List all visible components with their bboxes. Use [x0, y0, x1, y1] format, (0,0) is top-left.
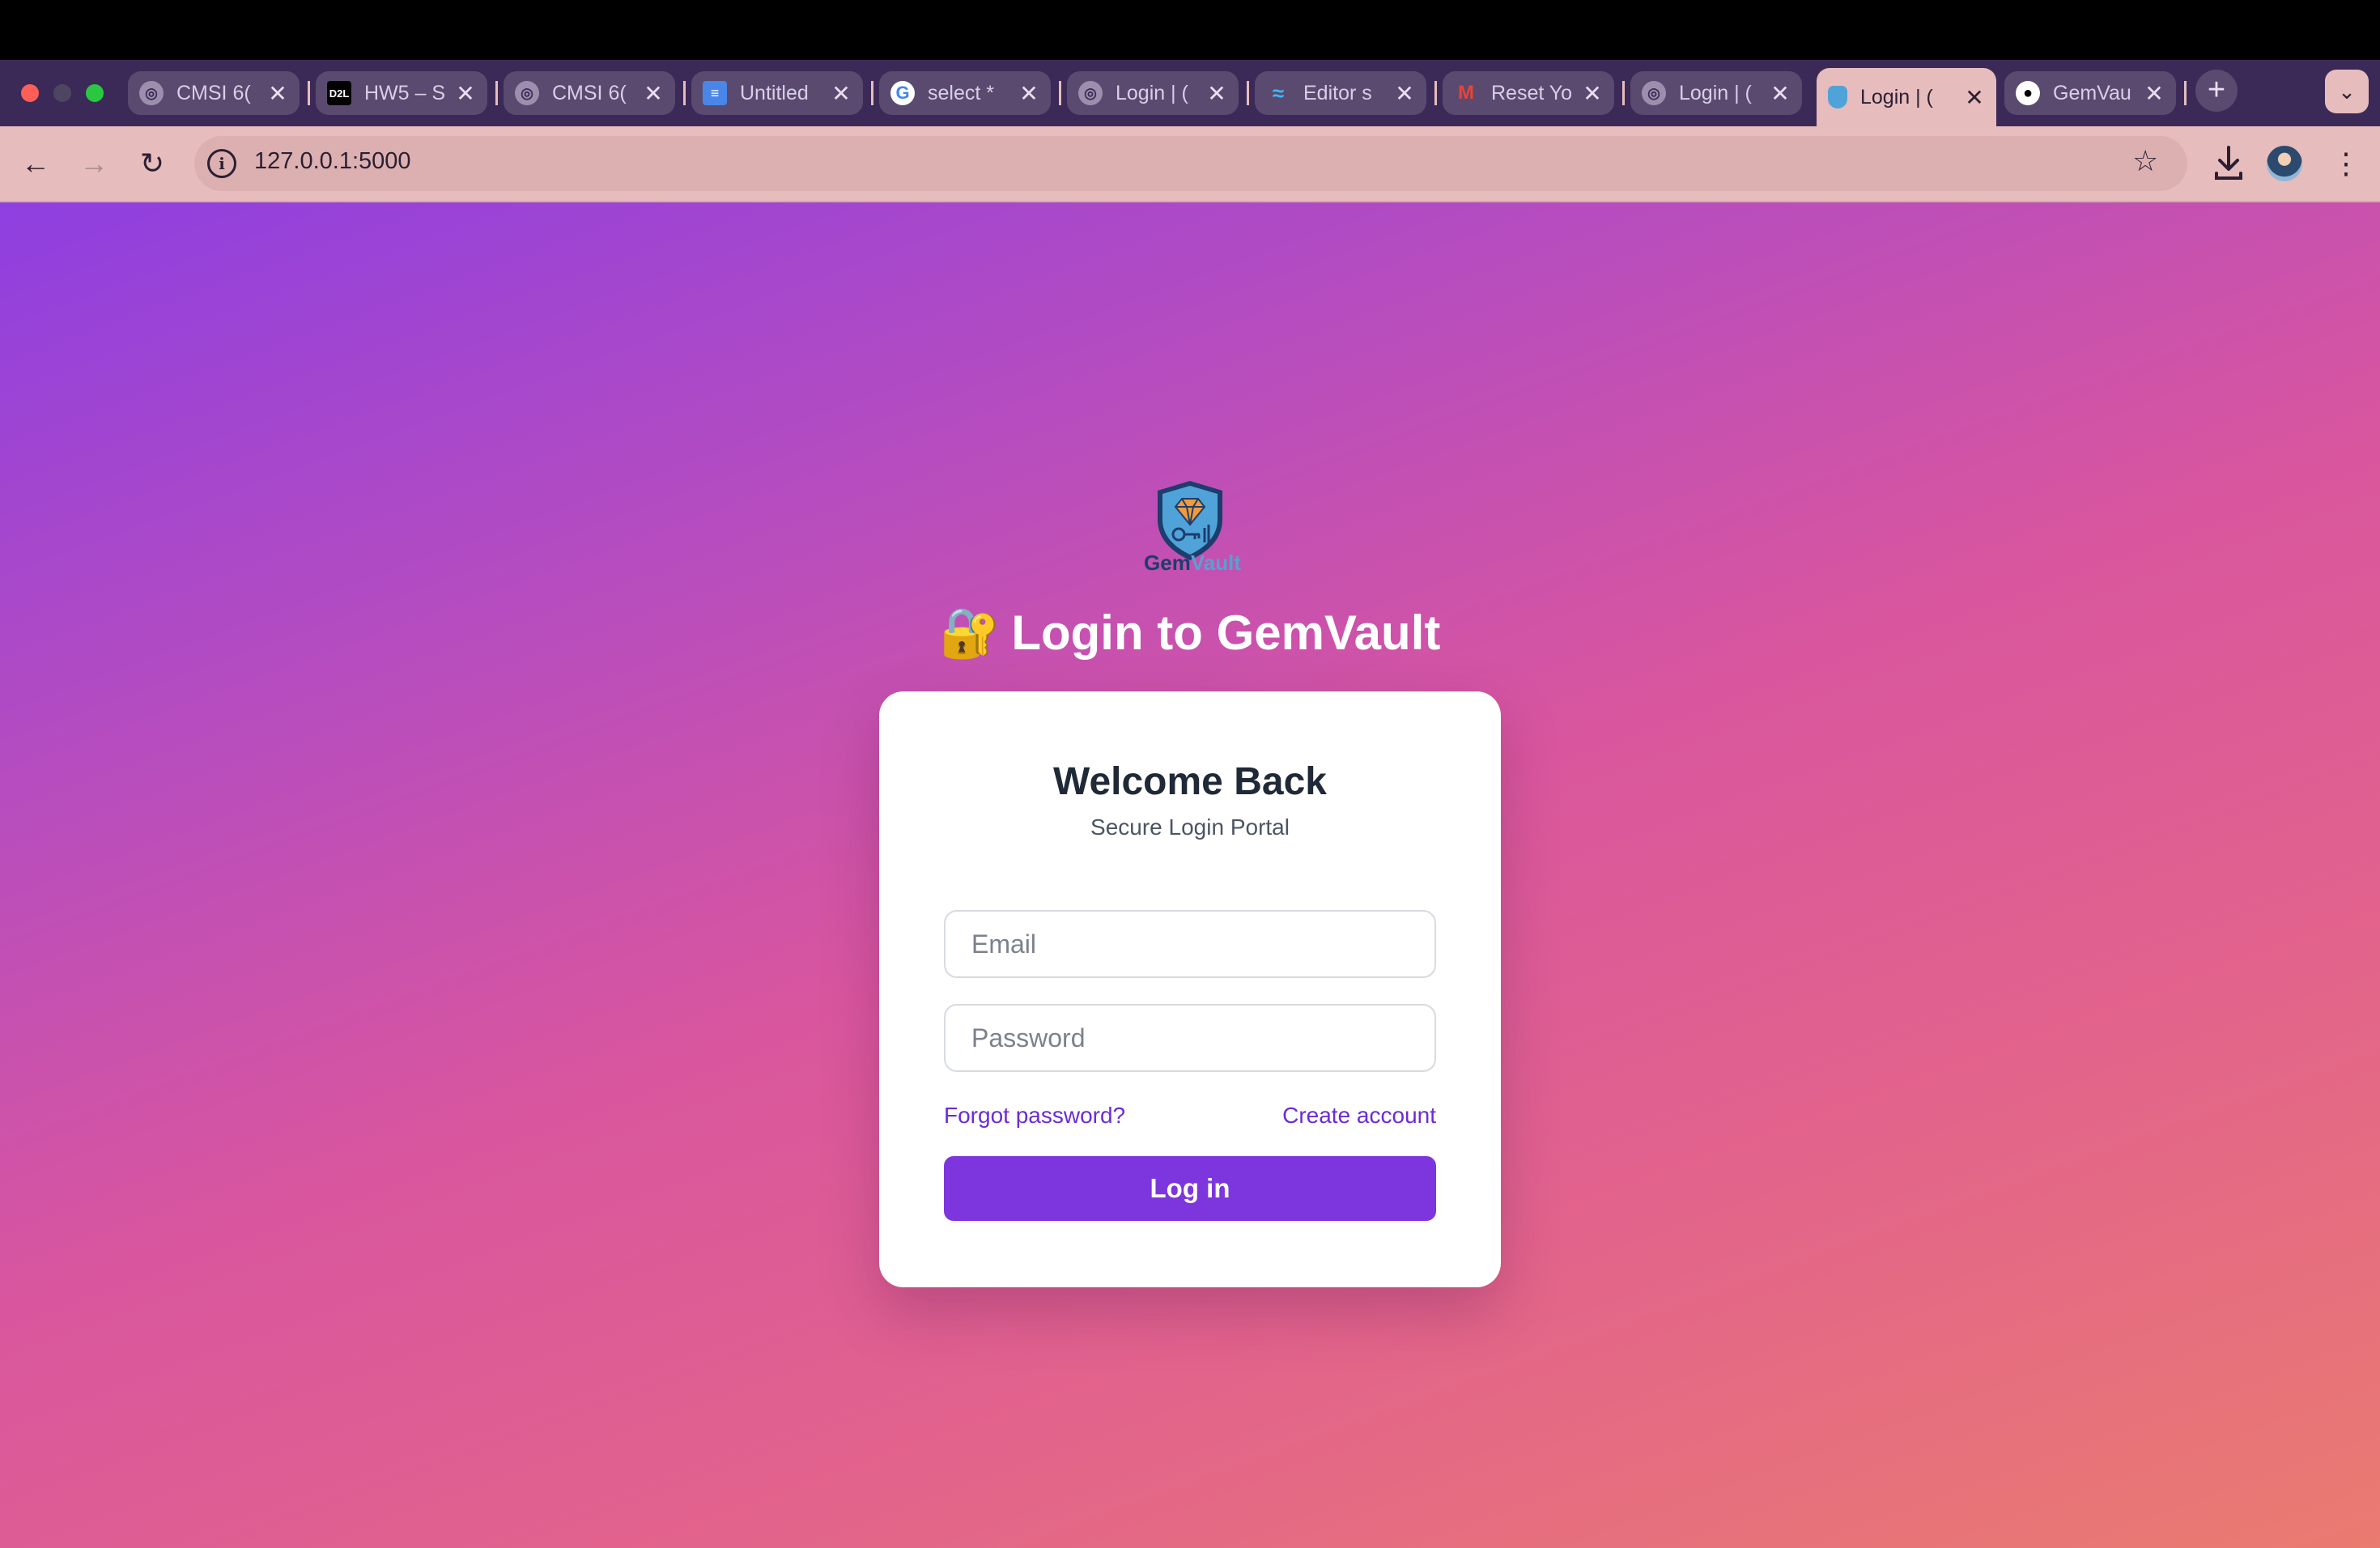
card-title: Welcome Back — [1053, 760, 1327, 803]
tab-label: Untitled — [740, 81, 809, 104]
tab-label: Login | ( — [1116, 81, 1188, 104]
browser-tab[interactable]: ◎ Login | ( ✕ — [1067, 71, 1239, 115]
tab-separator — [495, 81, 498, 105]
address-bar[interactable] — [194, 136, 2187, 191]
tab-label: Login | ( — [1679, 81, 1752, 104]
card-subtitle: Secure Login Portal — [1090, 814, 1290, 840]
tab-separator — [2184, 81, 2187, 105]
browser-tab[interactable]: ◎ Login | ( ✕ — [1630, 71, 1802, 115]
logo-gem-text: Gem — [1144, 551, 1191, 575]
github-icon: ● — [2016, 81, 2040, 105]
tab-separator — [1059, 81, 1061, 105]
create-account-link[interactable]: Create account — [1282, 1103, 1436, 1129]
minimize-window-button[interactable] — [53, 84, 71, 102]
lock-key-icon: 🔐 — [939, 605, 1001, 661]
d2l-icon: D2L — [327, 81, 351, 105]
forgot-password-link[interactable]: Forgot password? — [944, 1103, 1125, 1129]
forward-button[interactable]: → — [73, 142, 115, 185]
logo-wordmark: GemVault — [1140, 551, 1245, 576]
tab-search-button[interactable]: ⌄ — [2325, 70, 2369, 113]
close-icon[interactable]: ✕ — [1770, 80, 1791, 107]
bookmark-star-icon[interactable]: ☆ — [2132, 144, 2158, 178]
gmail-icon: M — [1458, 82, 1474, 104]
page-title-text: Login to GemVault — [1011, 606, 1441, 660]
login-button[interactable]: Log in — [944, 1156, 1436, 1221]
browser-menu-icon[interactable]: ⋮ — [2331, 142, 2361, 185]
google-icon: G — [890, 81, 915, 105]
tab-separator — [871, 81, 873, 105]
globe-icon: ◎ — [1078, 81, 1103, 105]
close-icon[interactable]: ✕ — [643, 80, 664, 107]
back-button[interactable]: ← — [15, 142, 57, 185]
close-icon[interactable]: ✕ — [831, 80, 852, 107]
site-info-icon[interactable]: i — [207, 149, 236, 178]
browser-tab[interactable]: ≡ Untitled ✕ — [691, 71, 863, 115]
gemvault-icon — [1828, 86, 1847, 108]
screen-top-bar — [0, 0, 2380, 60]
browser-tab[interactable]: ≈ Editor s ✕ — [1255, 71, 1426, 115]
close-icon[interactable]: ✕ — [455, 80, 476, 107]
tab-separator — [1247, 81, 1249, 105]
maximize-window-button[interactable] — [86, 84, 104, 102]
tab-label: HW5 – S — [364, 81, 446, 104]
tab-label: Editor s — [1303, 81, 1372, 104]
globe-icon: ◎ — [515, 81, 539, 105]
tailwind-icon: ≈ — [1272, 80, 1285, 105]
close-icon[interactable]: ✕ — [1018, 80, 1039, 107]
email-field[interactable] — [944, 910, 1436, 978]
close-icon[interactable]: ✕ — [1964, 84, 1985, 111]
page-title: 🔐 Login to GemVault — [0, 604, 2380, 661]
docs-icon: ≡ — [703, 81, 727, 105]
url-text[interactable]: 127.0.0.1:5000 — [254, 148, 411, 175]
tab-separator — [1434, 81, 1437, 105]
tab-label: CMSI 6( — [176, 81, 251, 104]
browser-tab[interactable]: ● GemVau ✕ — [2004, 71, 2176, 115]
reload-button[interactable]: ↻ — [131, 142, 173, 185]
close-icon[interactable]: ✕ — [1394, 80, 1415, 107]
logo-vault-text: Vault — [1190, 551, 1241, 575]
globe-icon: ◎ — [1642, 81, 1666, 105]
close-icon[interactable]: ✕ — [1582, 80, 1603, 107]
tab-separator — [683, 81, 686, 105]
browser-tab[interactable]: D2L HW5 – S ✕ — [316, 71, 487, 115]
close-window-button[interactable] — [21, 84, 39, 102]
tab-separator — [1622, 81, 1625, 105]
browser-tab[interactable]: ◎ CMSI 6( ✕ — [128, 71, 300, 115]
password-field[interactable] — [944, 1004, 1436, 1072]
tab-label: select * — [928, 81, 994, 104]
browser-tab[interactable]: ◎ CMSI 6( ✕ — [504, 71, 675, 115]
close-icon[interactable]: ✕ — [2144, 80, 2165, 107]
new-tab-button[interactable]: + — [2195, 70, 2238, 112]
download-icon[interactable] — [2208, 141, 2249, 186]
close-icon[interactable]: ✕ — [267, 80, 288, 107]
globe-icon: ◎ — [139, 81, 164, 105]
tab-separator — [308, 81, 310, 105]
tab-label: CMSI 6( — [552, 81, 627, 104]
login-card: Welcome Back Secure Login Portal Forgot … — [879, 691, 1501, 1287]
tab-label: Reset Yo — [1491, 81, 1573, 104]
tab-label: GemVau — [2053, 81, 2131, 104]
profile-avatar[interactable] — [2267, 146, 2302, 181]
tab-label: Login | ( — [1860, 85, 1933, 108]
browser-tab-active[interactable]: Login | ( ✕ — [1817, 68, 1996, 126]
close-icon[interactable]: ✕ — [1206, 80, 1227, 107]
browser-tab[interactable]: M Reset Yo ✕ — [1443, 71, 1614, 115]
browser-tab[interactable]: G select * ✕ — [879, 71, 1051, 115]
